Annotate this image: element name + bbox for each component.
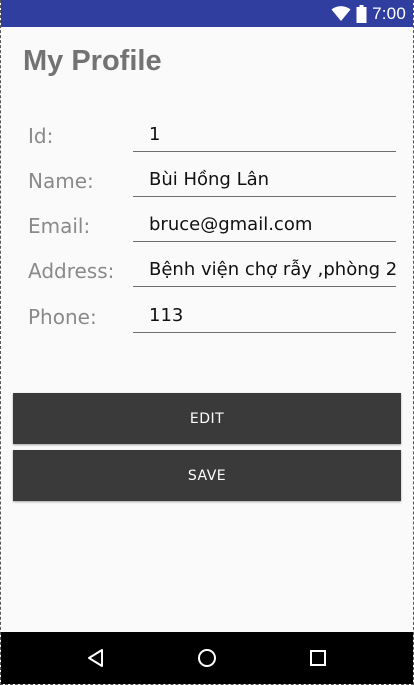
status-bar: 7:00: [1, 0, 413, 27]
address-label: Address:: [28, 259, 115, 283]
phone-field[interactable]: [133, 299, 396, 333]
name-label: Name:: [28, 169, 94, 193]
home-icon[interactable]: [187, 638, 227, 678]
navigation-bar: [1, 632, 413, 684]
page-title: My Profile: [23, 45, 162, 77]
status-time: 7:00: [372, 3, 406, 23]
profile-content: My Profile Id: Name: Email: Address: Pho…: [1, 27, 413, 632]
device-screen: 7:00 My Profile Id: Name: Email: Address…: [0, 0, 414, 685]
id-row: Id:: [1, 118, 413, 154]
address-field[interactable]: [133, 253, 396, 287]
back-icon[interactable]: [76, 638, 116, 678]
recents-icon[interactable]: [298, 638, 338, 678]
phone-row: Phone:: [1, 299, 413, 335]
address-row: Address:: [1, 253, 413, 289]
email-label: Email:: [28, 214, 91, 238]
name-field[interactable]: [133, 163, 396, 197]
email-row: Email:: [1, 208, 413, 244]
phone-label: Phone:: [28, 305, 97, 329]
name-row: Name:: [1, 163, 413, 199]
id-label: Id:: [28, 124, 54, 148]
save-button[interactable]: SAVE: [13, 450, 401, 501]
wifi-icon: [331, 5, 351, 22]
id-field[interactable]: [133, 118, 396, 152]
email-field[interactable]: [133, 208, 396, 242]
battery-icon: [356, 4, 367, 23]
edit-button[interactable]: EDIT: [13, 393, 401, 444]
